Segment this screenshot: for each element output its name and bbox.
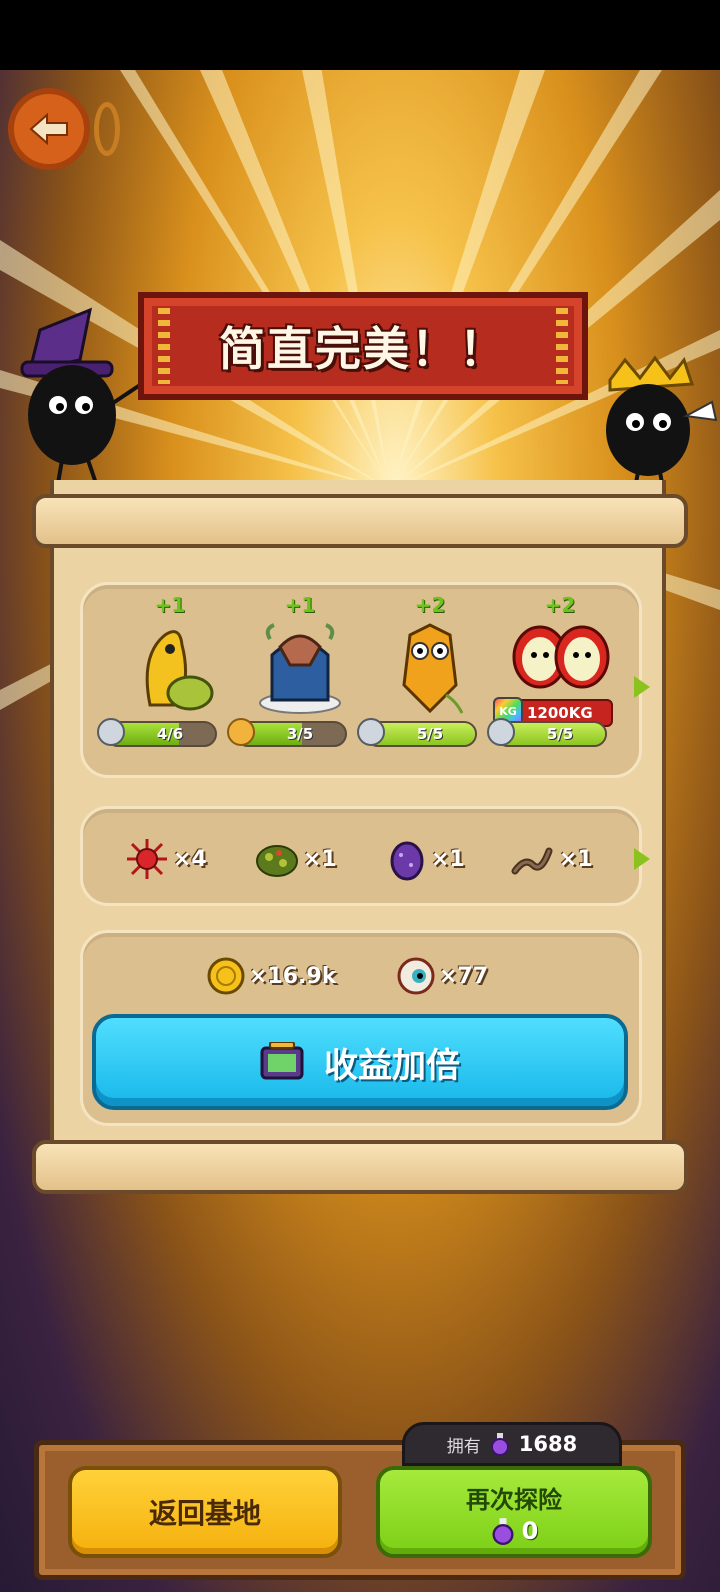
creature-plus: +1 xyxy=(154,593,186,617)
creature-plus: +1 xyxy=(284,593,316,617)
back-button[interactable] xyxy=(8,88,90,170)
item-count: ×1 xyxy=(559,846,593,872)
moss-clump-item-icon xyxy=(256,845,298,877)
item-count: ×4 xyxy=(173,846,207,872)
weight-value: 1200KG xyxy=(527,704,593,722)
reward-item: ×77 xyxy=(397,957,488,995)
reward-count: ×77 xyxy=(439,963,489,989)
worm-item-icon xyxy=(511,847,553,875)
double-reward-button[interactable]: 收益加倍 xyxy=(92,1014,628,1110)
purple-egg-item-icon xyxy=(390,841,424,881)
owned-value: 1688 xyxy=(518,1432,578,1456)
gray-monster-icon xyxy=(487,718,515,746)
pineapple-owl-creature-icon xyxy=(402,623,464,714)
creature-slot[interactable]: +2 KG 1200KG 5/5 xyxy=(487,593,625,747)
eyeball-icon xyxy=(397,957,435,995)
items-card: ×4 ×1 ×1 ×1 xyxy=(80,806,642,906)
scroll-bottom-rod xyxy=(32,1140,688,1194)
decorative-ring xyxy=(94,102,120,156)
tv-ad-icon xyxy=(260,1042,304,1080)
creature-plus: +2 xyxy=(544,593,576,617)
gray-monster-icon xyxy=(97,718,125,746)
apple-twins-creature-icon xyxy=(512,625,610,689)
potion-icon xyxy=(490,1433,509,1456)
item-count: ×1 xyxy=(303,846,337,872)
blue-octopus-creature-icon xyxy=(259,623,341,714)
loot-item: ×4 xyxy=(125,837,207,881)
return-base-label: 返回基地 xyxy=(148,1497,261,1530)
witch-bug-icon xyxy=(20,307,142,496)
creature-slot[interactable]: +1 3/5 xyxy=(227,593,365,747)
creatures-card: +1 4/6 +1 3/5 +2 5/5 +2 KG 1200KG 5/5 xyxy=(80,582,642,778)
orange-monster-icon xyxy=(227,718,255,746)
owned-potions: 拥有 1688 xyxy=(402,1422,622,1466)
explore-again-button[interactable]: 再次探险 0 xyxy=(376,1466,652,1558)
reward-count: ×16.9k xyxy=(249,963,337,989)
scroll-top-rod xyxy=(32,494,688,548)
creatures-next-arrow-icon[interactable] xyxy=(634,676,650,698)
gold-coin-icon xyxy=(207,957,245,995)
red-spiky-item-icon xyxy=(127,839,167,879)
reward-item: ×16.9k xyxy=(207,957,336,995)
potion-icon xyxy=(492,1517,514,1545)
banner-title: 简直完美！！ xyxy=(219,322,507,376)
item-count: ×1 xyxy=(431,846,465,872)
return-base-button[interactable]: 返回基地 xyxy=(68,1466,342,1558)
owned-label: 拥有 xyxy=(446,1436,481,1457)
creature-slot[interactable]: +2 5/5 xyxy=(357,593,495,747)
gray-monster-icon xyxy=(357,718,385,746)
result-banner: 简直完美！！ xyxy=(138,292,588,400)
yellow-banana-creature-icon xyxy=(145,630,214,711)
explore-cost: 0 xyxy=(521,1516,539,1545)
double-reward-label: 收益加倍 xyxy=(324,1045,460,1086)
items-next-arrow-icon[interactable] xyxy=(634,848,650,870)
back-arrow-icon xyxy=(29,112,68,146)
loot-item: ×1 xyxy=(511,837,593,881)
loot-item: ×1 xyxy=(255,837,337,881)
loot-item: ×1 xyxy=(387,837,465,881)
creature-slot[interactable]: +1 4/6 xyxy=(97,593,235,747)
creature-plus: +2 xyxy=(414,593,446,617)
explore-again-label: 再次探险 xyxy=(466,1485,562,1514)
